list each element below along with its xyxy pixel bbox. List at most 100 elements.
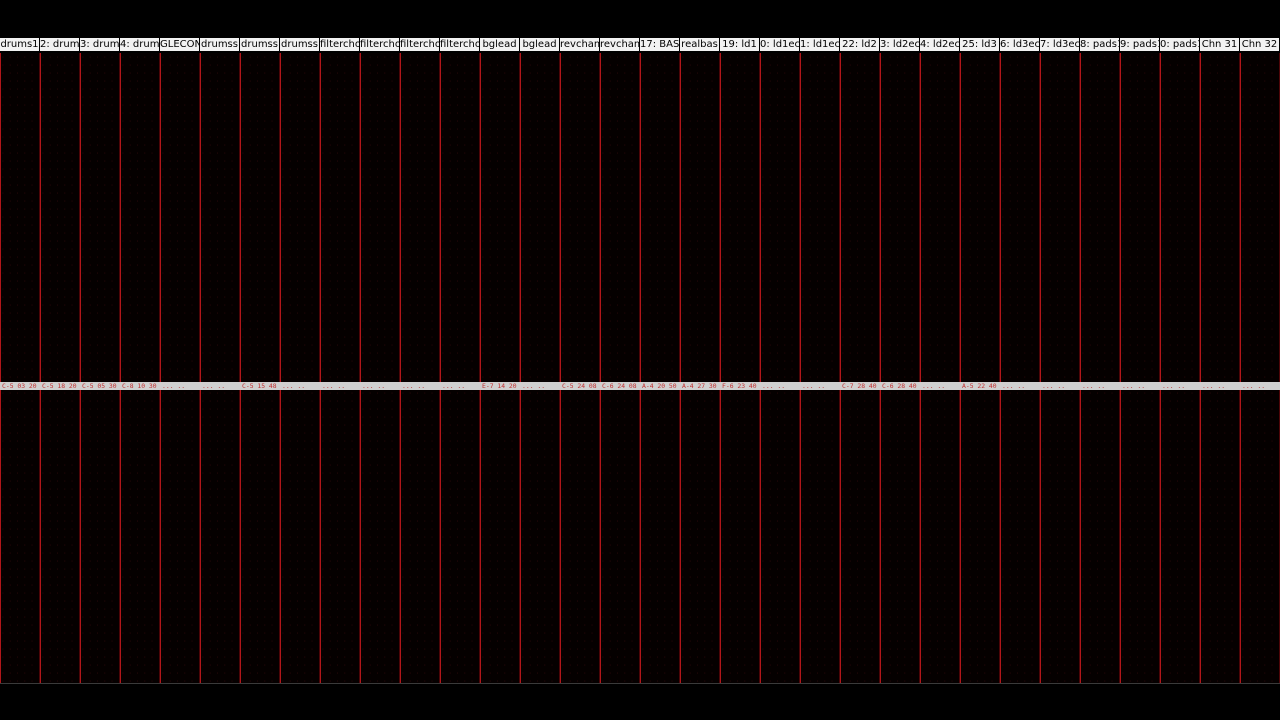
channel-column-12[interactable]: · · · · · · · · · · · · · · · · · · · · · … xyxy=(440,53,480,683)
pattern-cell: · · · · · · · · xyxy=(1201,373,1239,381)
channel-column-7[interactable]: · · · · · · · · · · · · · · · · · · · · · … xyxy=(240,53,280,683)
channel-column-9[interactable]: · · · · · · · · · · · · · · · · · · · · · … xyxy=(320,53,360,683)
channel-header-27[interactable]: 7: ld3ech xyxy=(1040,38,1080,51)
channel-header-30[interactable]: 0: pads1 xyxy=(1160,38,1200,51)
pattern-cell: · · · · · · · · xyxy=(521,261,559,269)
channel-column-23[interactable]: · · · · · · · · · · · · · · · · · · · · · … xyxy=(880,53,920,683)
channel-header-6[interactable]: drumss xyxy=(200,38,240,51)
pattern-cell: · · · · · · · · xyxy=(961,573,999,581)
channel-header-1[interactable]: drums1 xyxy=(0,38,40,51)
channel-header-24[interactable]: 4: ld2ech xyxy=(920,38,960,51)
pattern-cell: · · · · · · · · xyxy=(681,461,719,469)
channel-column-17[interactable]: · · · · · · · · · · · · · · · · · · · · · … xyxy=(640,53,680,683)
channel-header-17[interactable]: 17: BASS xyxy=(640,38,680,51)
channel-column-30[interactable]: · · · · · · · · · · · · · · · · · · · · · … xyxy=(1160,53,1200,683)
current-row-highlight: C-5 03 20 C-5 18 20 C-5 05 30 C-8 10 30... … xyxy=(0,382,1280,390)
pattern-cell: · · · · · · · · xyxy=(1,245,39,253)
pattern-cell: · · · · · · · · xyxy=(881,645,919,653)
pattern-cell: · · · · · · · · xyxy=(321,605,359,613)
channel-header-26[interactable]: 6: ld3ech xyxy=(1000,38,1040,51)
pattern-cell: · · · · · · · · xyxy=(41,237,79,245)
channel-header-7[interactable]: drumss xyxy=(240,38,280,51)
channel-column-22[interactable]: · · · · · · · · · · · · · · · · · · · · · … xyxy=(840,53,880,683)
pattern-cell: · · · · · · · · xyxy=(321,565,359,573)
channel-column-26[interactable]: · · · · · · · · · · · · · · · · · · · · · … xyxy=(1000,53,1040,683)
channel-header-4[interactable]: 4: drums4 xyxy=(120,38,160,51)
channel-column-2[interactable]: · · · · · · · · · · · · · · · · · · · · · … xyxy=(40,53,80,683)
pattern-cell: · · · · · · · · xyxy=(641,293,679,301)
pattern-cell: · · · · · · · · xyxy=(361,205,399,213)
pattern-cell: · · · · · · · · xyxy=(201,117,239,125)
channel-column-14[interactable]: · · · · · · · · · · · · · · · · · · · · · … xyxy=(520,53,560,683)
channel-header-18[interactable]: realbas xyxy=(680,38,720,51)
channel-column-21[interactable]: · · · · · · · · · · · · · · · · · · · · · … xyxy=(800,53,840,683)
channel-header-31[interactable]: Chn 31 xyxy=(1200,38,1240,51)
pattern-cell: · · · · · · · · xyxy=(281,389,319,397)
channel-column-20[interactable]: · · · · · · · · · · · · · · · · · · · · · … xyxy=(760,53,800,683)
channel-header-20[interactable]: 0: ld1ech xyxy=(760,38,800,51)
pattern-cell: · · · · · · · · xyxy=(41,117,79,125)
pattern-cell: · · · · · · · · xyxy=(1161,317,1199,325)
pattern-cell: · · · · · · · · xyxy=(841,261,879,269)
pattern-cell: · · · · · · · · xyxy=(1001,445,1039,453)
pattern-cell: · · · · · · · · xyxy=(481,325,519,333)
channel-column-18[interactable]: · · · · · · · · · · · · · · · · · · · · · … xyxy=(680,53,720,683)
pattern-cell: · · · · · · · · xyxy=(481,101,519,109)
channel-column-6[interactable]: · · · · · · · · · · · · · · · · · · · · · … xyxy=(200,53,240,683)
channel-column-11[interactable]: · · · · · · · · · · · · · · · · · · · · · … xyxy=(400,53,440,683)
pattern-cell: · · · · · · · · xyxy=(681,469,719,477)
channel-column-16[interactable]: · · · · · · · · · · · · · · · · · · · · · … xyxy=(600,53,640,683)
channel-column-5[interactable]: · · · · · · · · · · · · · · · · · · · · · … xyxy=(160,53,200,683)
channel-header-12[interactable]: filterchor xyxy=(440,38,480,51)
channel-column-27[interactable]: · · · · · · · · · · · · · · · · · · · · · … xyxy=(1040,53,1080,683)
channel-header-23[interactable]: 3: ld2ech xyxy=(880,38,920,51)
channel-column-32[interactable]: · · · · · · · · · · · · · · · · · · · · · … xyxy=(1240,53,1280,683)
channel-column-4[interactable]: · · · · · · · · · · · · · · · · · · · · · … xyxy=(120,53,160,683)
channel-header-28[interactable]: 8: pads1 xyxy=(1080,38,1120,51)
channel-column-28[interactable]: · · · · · · · · · · · · · · · · · · · · · … xyxy=(1080,53,1120,683)
channel-column-3[interactable]: · · · · · · · · · · · · · · · · · · · · · … xyxy=(80,53,120,683)
channel-header-25[interactable]: 25: ld3 xyxy=(960,38,1000,51)
channel-column-1[interactable]: · · · · · · · · · · · · · · · · · · · · · … xyxy=(0,53,40,683)
pattern-cell: · · · · · · · · xyxy=(841,117,879,125)
channel-column-15[interactable]: · · · · · · · · · · · · · · · · · · · · · … xyxy=(560,53,600,683)
channel-header-11[interactable]: filterchor xyxy=(400,38,440,51)
channel-column-29[interactable]: · · · · · · · · · · · · · · · · · · · · · … xyxy=(1120,53,1160,683)
channel-column-24[interactable]: · · · · · · · · · · · · · · · · · · · · · … xyxy=(920,53,960,683)
channel-header-14[interactable]: bglead xyxy=(520,38,560,51)
pattern-grid[interactable]: · · · · · · · · · · · · · · · · · · · · · … xyxy=(0,53,1280,683)
channel-column-8[interactable]: · · · · · · · · · · · · · · · · · · · · · … xyxy=(280,53,320,683)
pattern-cell: · · · · · · · · xyxy=(481,277,519,285)
pattern-cell: · · · · · · · · xyxy=(401,605,439,613)
channel-header-19[interactable]: 19: ld1 xyxy=(720,38,760,51)
channel-header-10[interactable]: filterchor xyxy=(360,38,400,51)
channel-column-25[interactable]: · · · · · · · · · · · · · · · · · · · · · … xyxy=(960,53,1000,683)
pattern-cell: · · · · · · · · xyxy=(841,485,879,493)
channel-header-32[interactable]: Chn 32 xyxy=(1240,38,1280,51)
channel-header-3[interactable]: 3: drums3 xyxy=(80,38,120,51)
pattern-cell: · · · · · · · · xyxy=(161,165,199,173)
pattern-cell: · · · · · · · · xyxy=(761,589,799,597)
pattern-cell: · · · · · · · · xyxy=(601,453,639,461)
channel-header-21[interactable]: 1: ld1ech xyxy=(800,38,840,51)
pattern-cell: · · · · · · · · xyxy=(641,341,679,349)
pattern-cell: · · · · · · · · xyxy=(721,317,759,325)
channel-header-22[interactable]: 22: ld2 xyxy=(840,38,880,51)
channel-header-5[interactable]: GLECON xyxy=(160,38,200,51)
pattern-cell: · · · · · · · · xyxy=(1,317,39,325)
channel-column-31[interactable]: · · · · · · · · · · · · · · · · · · · · · … xyxy=(1200,53,1240,683)
channel-header-16[interactable]: revcham xyxy=(600,38,640,51)
channel-header-29[interactable]: 9: pads1 xyxy=(1120,38,1160,51)
channel-header-8[interactable]: drumss xyxy=(280,38,320,51)
pattern-cell: · · · · · · · · xyxy=(241,133,279,141)
pattern-editor[interactable]: drums12: drums23: drums34: drums4GLECONd… xyxy=(0,37,1280,683)
pattern-cell: · · · · · · · · xyxy=(401,197,439,205)
channel-header-13[interactable]: bglead xyxy=(480,38,520,51)
channel-header-2[interactable]: 2: drums2 xyxy=(40,38,80,51)
channel-header-15[interactable]: revcham xyxy=(560,38,600,51)
channel-column-10[interactable]: · · · · · · · · · · · · · · · · · · · · · … xyxy=(360,53,400,683)
channel-column-19[interactable]: · · · · · · · · · · · · · · · · · · · · · … xyxy=(720,53,760,683)
channel-header-9[interactable]: filterchor xyxy=(320,38,360,51)
pattern-cell: · · · · · · · · xyxy=(441,325,479,333)
channel-column-13[interactable]: · · · · · · · · · · · · · · · · · · · · · … xyxy=(480,53,520,683)
